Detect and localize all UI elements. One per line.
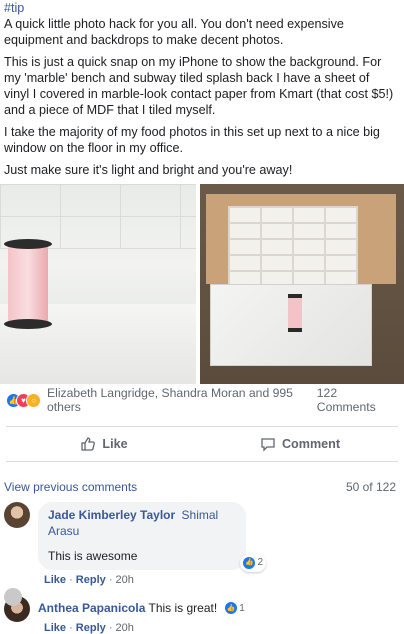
like-label: Like [102, 437, 128, 451]
post-paragraph: A quick little photo hack for you all. Y… [4, 17, 344, 47]
view-previous-comments-link[interactable]: View previous comments [4, 480, 137, 494]
comment-time[interactable]: 20h [116, 574, 134, 586]
post-body: A quick little photo hack for you all. Y… [0, 16, 404, 178]
comment-meta: Like · Reply · 20h [44, 574, 134, 586]
post-paragraph: I take the majority of my food photos in… [4, 125, 380, 155]
post-paragraph: Just make sure it's light and bright and… [4, 163, 293, 177]
comment-item: Jade Kimberley Taylor Shimal Arasu This … [0, 502, 404, 586]
comment-text: This is great! [148, 601, 218, 615]
comment-time[interactable]: 20h [116, 622, 134, 634]
mini-spool [288, 294, 302, 332]
comment-bubble: Jade Kimberley Taylor Shimal Arasu This … [38, 502, 266, 572]
comment-text: This is awesome [48, 549, 138, 563]
comment-reply-link[interactable]: Reply [76, 574, 106, 586]
comment-like-link[interactable]: Like [44, 574, 66, 586]
avatar[interactable] [4, 502, 30, 528]
reaction-icons[interactable]: 👍 ♥ ○ [6, 392, 43, 408]
comment-label: Comment [281, 437, 341, 451]
comment-reaction-count: 1 [239, 602, 245, 614]
comment-reply-link[interactable]: Reply [76, 622, 106, 634]
comment-reaction-badge[interactable]: 👍 1 [225, 602, 245, 614]
wow-icon: ○ [26, 392, 41, 408]
comments-count[interactable]: 122 Comments [317, 386, 396, 414]
like-icon: 👍 [225, 602, 238, 614]
photo-setup[interactable] [200, 184, 404, 384]
comment-author[interactable]: Jade Kimberley Taylor [48, 508, 175, 522]
comment-icon [261, 438, 275, 452]
post-paragraph: This is just a quick snap on my iPhone t… [4, 55, 394, 117]
like-button[interactable]: Like [6, 436, 202, 452]
comment-meta: Like · Reply · 20h [44, 622, 134, 634]
reaction-names[interactable]: Elizabeth Langridge, Shandra Moran and 9… [47, 386, 317, 414]
post-hashtag[interactable]: #tip [0, 0, 404, 16]
ribbon-spool [4, 239, 52, 329]
comments-pagination: 50 of 122 [345, 480, 396, 494]
thumbs-up-icon [81, 437, 96, 451]
comments-header: View previous comments 50 of 122 [0, 480, 404, 494]
comment-item: Anthea Papanicola This is great! 👍 1 Lik… [0, 596, 404, 634]
subway-tiles [228, 206, 358, 284]
comment-button[interactable]: Comment [202, 436, 398, 452]
comment-reaction-badge[interactable]: 👍 2 [240, 554, 266, 572]
reactions-bar: 👍 ♥ ○ Elizabeth Langridge, Shandra Moran… [0, 386, 404, 414]
photo-ribbon-spool[interactable] [0, 184, 196, 384]
comment-author[interactable]: Anthea Papanicola [38, 601, 145, 615]
avatar [4, 588, 22, 606]
comment-like-link[interactable]: Like [44, 622, 66, 634]
action-bar: Like Comment [6, 426, 398, 462]
photo-grid [0, 184, 404, 384]
comment-reaction-count: 2 [257, 557, 263, 568]
like-icon: 👍 [243, 557, 256, 569]
